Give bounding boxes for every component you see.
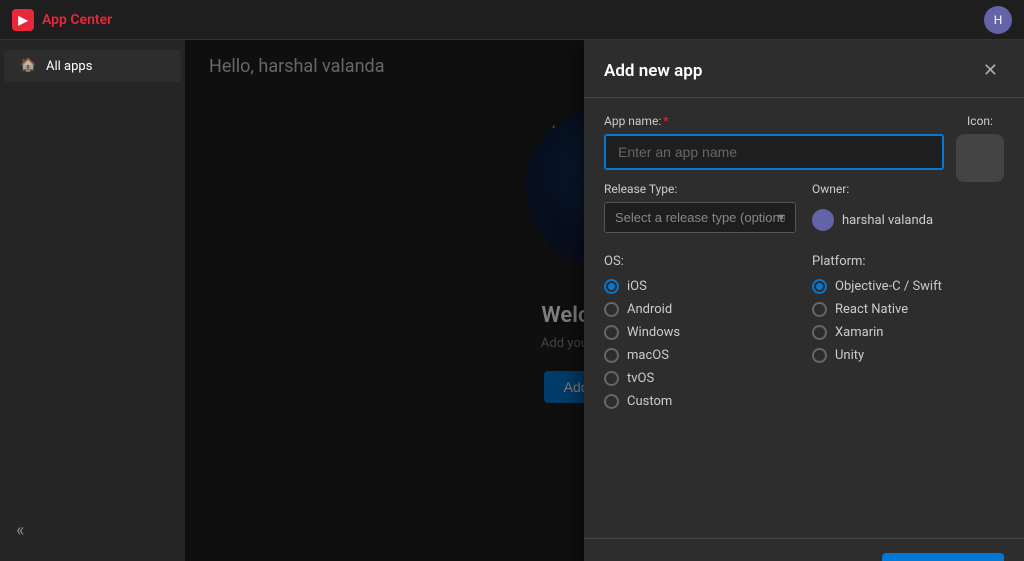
- platform-option-objc-swift[interactable]: Objective-C / Swift: [812, 279, 1004, 294]
- close-button[interactable]: ✕: [977, 58, 1004, 83]
- sidebar-item-label: All apps: [46, 59, 92, 74]
- app-name: App Center: [42, 12, 112, 28]
- topbar-right: H: [984, 6, 1012, 34]
- owner-display: harshal valanda: [812, 202, 1004, 238]
- os-label-macos: macOS: [627, 348, 669, 363]
- os-label-android: Android: [627, 302, 672, 317]
- platform-radio-xamarin[interactable]: [812, 325, 827, 340]
- app-name-label: App name:*: [604, 114, 944, 128]
- platform-label-react-native: React Native: [835, 302, 908, 317]
- home-icon: 🏠: [20, 58, 36, 74]
- required-indicator: *: [663, 114, 668, 128]
- content-area: Hello, harshal valanda ⭐ ⭐ ⭐: [185, 40, 1024, 561]
- os-option-android[interactable]: Android: [604, 302, 796, 317]
- icon-box[interactable]: [956, 134, 1004, 182]
- platform-option-unity[interactable]: Unity: [812, 348, 1004, 363]
- avatar[interactable]: H: [984, 6, 1012, 34]
- platform-label-objc-swift: Objective-C / Swift: [835, 279, 942, 294]
- platform-option-react-native[interactable]: React Native: [812, 302, 1004, 317]
- os-radio-macos[interactable]: [604, 348, 619, 363]
- os-section: OS: iOS Android: [604, 254, 796, 409]
- add-new-app-modal: Add new app ✕ App name:* Icon:: [584, 40, 1024, 561]
- main-layout: 🏠 All apps « Hello, harshal valanda ⭐ ⭐ …: [0, 40, 1024, 561]
- release-type-select[interactable]: Select a release type (optional): [604, 202, 796, 233]
- os-radio-custom[interactable]: [604, 394, 619, 409]
- owner-avatar: [812, 209, 834, 231]
- sidebar-collapse-button[interactable]: «: [0, 508, 185, 553]
- modal-title: Add new app: [604, 61, 702, 81]
- platform-label: Platform:: [812, 254, 1004, 269]
- os-radio-group: iOS Android Windows: [604, 279, 796, 409]
- platform-option-xamarin[interactable]: Xamarin: [812, 325, 1004, 340]
- os-label-custom: Custom: [627, 394, 672, 409]
- icon-section: Icon:: [956, 114, 1004, 182]
- platform-label-xamarin: Xamarin: [835, 325, 883, 340]
- os-label-windows: Windows: [627, 325, 680, 340]
- os-radio-android[interactable]: [604, 302, 619, 317]
- platform-label-unity: Unity: [835, 348, 864, 363]
- os-option-windows[interactable]: Windows: [604, 325, 796, 340]
- modal-header: Add new app ✕: [584, 40, 1024, 98]
- release-type-section: Release Type: Select a release type (opt…: [604, 182, 796, 238]
- platform-radio-group: Objective-C / Swift React Native Xamarin: [812, 279, 1004, 363]
- os-option-custom[interactable]: Custom: [604, 394, 796, 409]
- os-label-ios: iOS: [627, 279, 647, 294]
- app-name-row: App name:* Icon:: [604, 114, 1004, 182]
- release-type-select-wrap: Select a release type (optional) ▼: [604, 202, 796, 233]
- sidebar-item-all-apps[interactable]: 🏠 All apps: [4, 50, 181, 82]
- app-name-input[interactable]: [604, 134, 944, 170]
- app-logo[interactable]: ▶ App Center: [12, 9, 112, 31]
- owner-name: harshal valanda: [842, 213, 933, 228]
- os-option-ios[interactable]: iOS: [604, 279, 796, 294]
- os-radio-windows[interactable]: [604, 325, 619, 340]
- topbar: ▶ App Center H: [0, 0, 1024, 40]
- release-owner-row: Release Type: Select a release type (opt…: [604, 182, 1004, 238]
- platform-section: Platform: Objective-C / Swift React Nati…: [812, 254, 1004, 409]
- release-type-label: Release Type:: [604, 182, 796, 196]
- os-option-macos[interactable]: macOS: [604, 348, 796, 363]
- os-label-tvos: tvOS: [627, 371, 654, 386]
- app-name-section: App name:*: [604, 114, 944, 170]
- sidebar: 🏠 All apps «: [0, 40, 185, 561]
- icon-label: Icon:: [967, 114, 993, 128]
- os-platform-row: OS: iOS Android: [604, 254, 1004, 409]
- modal-footer: Add new app: [584, 538, 1024, 561]
- platform-radio-unity[interactable]: [812, 348, 827, 363]
- os-option-tvos[interactable]: tvOS: [604, 371, 796, 386]
- os-radio-ios[interactable]: [604, 279, 619, 294]
- logo-icon: ▶: [12, 9, 34, 31]
- submit-add-app-button[interactable]: Add new app: [882, 553, 1004, 561]
- modal-body: App name:* Icon: Release Type:: [584, 98, 1024, 538]
- platform-radio-react-native[interactable]: [812, 302, 827, 317]
- platform-radio-objc-swift[interactable]: [812, 279, 827, 294]
- os-label: OS:: [604, 254, 796, 269]
- owner-label: Owner:: [812, 182, 1004, 196]
- owner-section: Owner: harshal valanda: [812, 182, 1004, 238]
- os-radio-tvos[interactable]: [604, 371, 619, 386]
